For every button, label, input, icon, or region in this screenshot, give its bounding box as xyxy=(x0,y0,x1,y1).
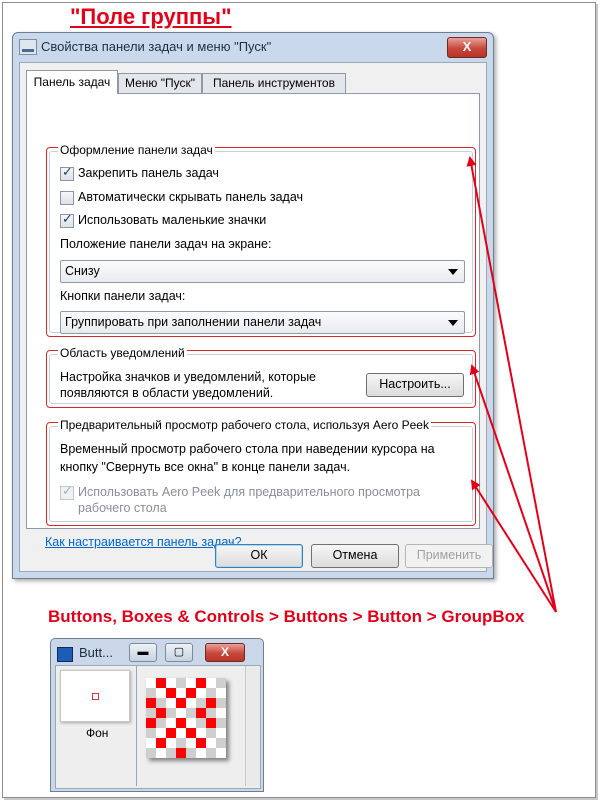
pattern-cell xyxy=(196,688,206,698)
mini-window-body: Фон xyxy=(55,665,261,789)
pattern-cell xyxy=(186,678,196,688)
pattern-red-cell xyxy=(166,688,176,698)
mini-window: Butt... ▬ ▢ X Фон xyxy=(50,638,264,792)
pattern-cell xyxy=(146,688,156,698)
pattern-cell xyxy=(206,708,216,718)
marker-icon xyxy=(92,693,99,700)
pattern-cell xyxy=(156,748,166,758)
pattern-red-cell xyxy=(156,708,166,718)
thumbnail-label: Фон xyxy=(86,726,109,740)
pattern-cell xyxy=(166,708,176,718)
tab-taskbar[interactable]: Панель задач xyxy=(26,70,118,94)
app-icon xyxy=(57,647,73,662)
pattern-cell xyxy=(146,738,156,748)
pattern-red-cell xyxy=(196,678,206,688)
pattern-red-cell xyxy=(166,728,176,738)
pattern-cell xyxy=(176,728,186,738)
pattern-cell xyxy=(216,748,226,758)
pattern-red-cell xyxy=(186,688,196,698)
pattern-red-cell xyxy=(206,718,216,728)
pattern-cell xyxy=(176,738,186,748)
divider xyxy=(136,666,137,786)
pattern-cell xyxy=(186,698,196,708)
pattern-red-cell xyxy=(146,718,156,728)
pattern-red-cell xyxy=(176,748,186,758)
pattern-cell xyxy=(206,738,216,748)
pattern-cell xyxy=(176,678,186,688)
scrollbar[interactable] xyxy=(245,666,260,786)
pattern-cell xyxy=(186,708,196,718)
pattern-cell xyxy=(146,678,156,688)
pattern-cell xyxy=(146,748,156,758)
pattern-red-cell xyxy=(186,728,196,738)
pattern-cell xyxy=(216,678,226,688)
pattern-cell xyxy=(156,718,166,728)
pattern-cell xyxy=(206,748,216,758)
pattern-cell xyxy=(176,688,186,698)
breadcrumb-caption: Buttons, Boxes & Controls > Buttons > Bu… xyxy=(48,607,525,626)
pattern-cell xyxy=(196,728,206,738)
background-thumbnail[interactable] xyxy=(60,670,130,722)
pattern-cell xyxy=(166,698,176,708)
maximize-button[interactable]: ▢ xyxy=(165,643,193,662)
pattern-cell xyxy=(216,738,226,748)
mini-close-button[interactable]: X xyxy=(205,643,245,662)
pattern-cell xyxy=(186,738,196,748)
pattern-cell xyxy=(206,678,216,688)
pattern-cell xyxy=(186,718,196,728)
pattern-cell xyxy=(216,698,226,708)
pattern-cell xyxy=(166,718,176,728)
pattern-red-cell xyxy=(196,708,206,718)
pattern-cell xyxy=(216,708,226,718)
pattern-cell xyxy=(166,748,176,758)
minimize-button[interactable]: ▬ xyxy=(129,643,157,662)
pattern-cell xyxy=(216,718,226,728)
pattern-cell xyxy=(196,698,206,708)
pattern-cell xyxy=(166,738,176,748)
pattern-red-cell xyxy=(206,698,216,708)
pattern-cell xyxy=(186,748,196,758)
mini-window-title: Butt... xyxy=(79,645,113,660)
pattern-cell xyxy=(196,748,206,758)
pattern-cell xyxy=(146,708,156,718)
pattern-cell xyxy=(146,728,156,738)
pattern-red-cell xyxy=(176,718,186,728)
pattern-cell xyxy=(206,688,216,698)
pattern-cell xyxy=(156,698,166,708)
pattern-red-cell xyxy=(156,738,166,748)
checker-pattern-preview[interactable] xyxy=(146,678,226,758)
pattern-red-cell xyxy=(176,698,186,708)
pattern-cell xyxy=(156,688,166,698)
arrow-to-notify-group xyxy=(469,364,557,613)
pattern-red-cell xyxy=(196,738,206,748)
pattern-cell xyxy=(156,728,166,738)
pattern-cell xyxy=(196,718,206,728)
pattern-red-cell xyxy=(156,678,166,688)
pattern-cell xyxy=(176,708,186,718)
pattern-cell xyxy=(206,728,216,738)
pattern-cell xyxy=(166,678,176,688)
pattern-cell xyxy=(216,728,226,738)
pattern-red-cell xyxy=(146,698,156,708)
pattern-cell xyxy=(216,688,226,698)
